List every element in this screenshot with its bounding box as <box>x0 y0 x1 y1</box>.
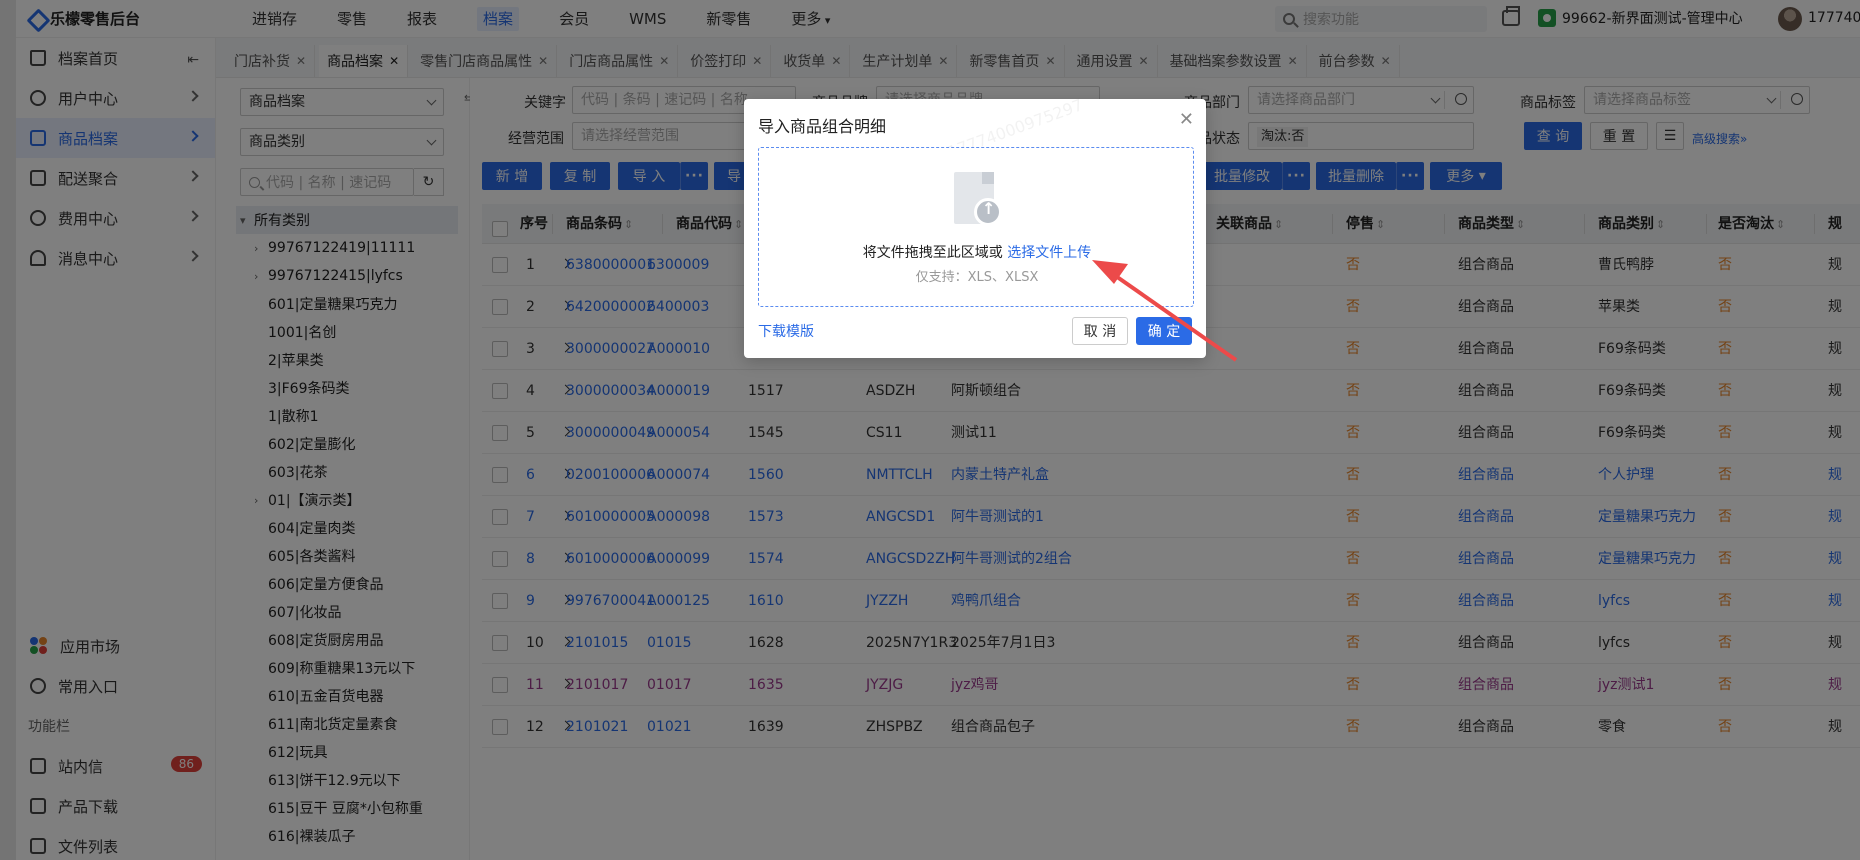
arrow-shaft <box>1108 270 1238 362</box>
annotation-arrow <box>1092 260 1238 362</box>
app-root: 乐檬零售后台 进销存零售报表档案会员WMS新零售更多 搜索功能 99662-新界… <box>0 0 1860 860</box>
